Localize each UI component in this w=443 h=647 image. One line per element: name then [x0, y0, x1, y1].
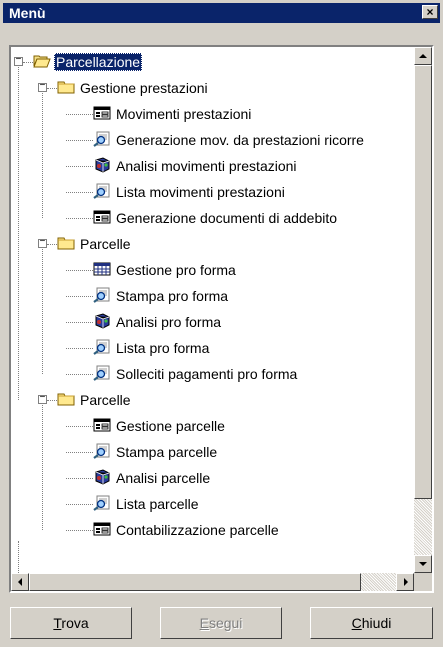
tree-connector: [47, 244, 57, 245]
tree-item-label: Lista pro forma: [114, 337, 211, 359]
tree-item-label: Gestione parcelle: [114, 415, 227, 437]
tree-item-label: Parcelle: [78, 389, 133, 411]
magnifier-icon: [93, 495, 111, 511]
scrollbar-corner: [414, 573, 432, 591]
tree-connector: [66, 114, 93, 115]
vertical-scrollbar[interactable]: [414, 47, 432, 573]
tree-connector: [66, 218, 93, 219]
tree-item-label: Solleciti pagamenti pro forma: [114, 363, 299, 385]
magnifier-icon: [93, 339, 111, 355]
tree-connector: [18, 67, 19, 400]
form-icon: [93, 521, 111, 537]
tree-item-label: Generazione documenti di addebito: [114, 207, 339, 229]
tree-connector: [23, 62, 33, 63]
tree-connector: [47, 88, 57, 89]
arrow-down-icon: [419, 562, 427, 566]
tree-connector: [66, 140, 93, 141]
title-bar[interactable]: Menù ×: [3, 3, 440, 23]
tree-connector: [66, 270, 93, 271]
magnifier-icon: [93, 131, 111, 147]
tree-connector: [66, 530, 93, 531]
menu-tree: − Parcellazione − Gestione prestazioni Movim…: [9, 45, 434, 593]
find-button[interactable]: Trova: [10, 607, 132, 639]
tree-connector: [47, 400, 57, 401]
close-mnemonic: C: [352, 615, 362, 631]
tree-item-label: Generazione mov. da prestazioni ricorre: [114, 129, 366, 151]
folder-icon: [57, 235, 75, 251]
collapse-toggle[interactable]: −: [14, 57, 23, 66]
tree-connector: [66, 166, 93, 167]
tree-connector: [66, 296, 93, 297]
tree-item-label: Analisi parcelle: [114, 467, 212, 489]
form-icon: [93, 417, 111, 433]
arrow-left-icon: [18, 578, 22, 586]
run-mnemonic: E: [200, 615, 209, 631]
tree-item-label: Contabilizzazione parcelle: [114, 519, 281, 541]
magnifier-icon: [93, 183, 111, 199]
folder-icon: [57, 79, 75, 95]
tree-connector: [18, 541, 19, 573]
magnifier-icon: [93, 287, 111, 303]
analysis-icon: [93, 469, 111, 485]
magnifier-icon: [93, 365, 111, 381]
close-button[interactable]: Chiudi: [310, 607, 433, 639]
arrow-right-icon: [404, 578, 408, 586]
horizontal-scroll-thumb[interactable]: [29, 573, 361, 591]
tree-item-label: Movimenti prestazioni: [114, 103, 253, 125]
menu-window: Menù × − Parcellazione − Gestione prestazio…: [0, 0, 443, 647]
tree-connector: [42, 405, 43, 530]
grid-icon: [93, 261, 111, 277]
tree-item-label: Lista movimenti prestazioni: [114, 181, 287, 203]
tree-connector: [66, 348, 93, 349]
tree-item-label: Parcelle: [78, 233, 133, 255]
tree-item-label: Gestione pro forma: [114, 259, 238, 281]
tree-connector: [42, 93, 43, 218]
scroll-down-button[interactable]: [414, 555, 432, 573]
tree-item-label: Analisi pro forma: [114, 311, 223, 333]
close-window-button[interactable]: ×: [422, 5, 438, 19]
collapse-toggle[interactable]: −: [38, 239, 47, 248]
analysis-icon: [93, 313, 111, 329]
tree-connector: [66, 426, 93, 427]
form-icon: [93, 105, 111, 121]
tree-connector: [66, 452, 93, 453]
run-button[interactable]: Esegui: [160, 607, 282, 639]
tree-connector: [66, 478, 93, 479]
scroll-up-button[interactable]: [414, 47, 432, 65]
tree-item-label: Gestione prestazioni: [78, 77, 210, 99]
folder-icon: [57, 391, 75, 407]
run-label: segui: [209, 615, 242, 631]
horizontal-scrollbar[interactable]: [11, 573, 414, 591]
find-label: rova: [61, 615, 88, 631]
tree-connector: [66, 322, 93, 323]
analysis-icon: [93, 157, 111, 173]
scroll-left-button[interactable]: [11, 573, 29, 591]
tree-item-label: Parcellazione: [54, 53, 142, 71]
magnifier-icon: [93, 443, 111, 459]
close-label: hiudi: [362, 615, 392, 631]
tree-connector: [66, 374, 93, 375]
form-icon: [93, 209, 111, 225]
window-title: Menù: [9, 5, 46, 21]
arrow-up-icon: [419, 54, 427, 58]
tree-item-label: Analisi movimenti prestazioni: [114, 155, 299, 177]
vertical-scroll-thumb[interactable]: [414, 65, 432, 499]
tree-connector: [66, 504, 93, 505]
tree-connector: [66, 192, 93, 193]
tree-item-label: Stampa parcelle: [114, 441, 219, 463]
tree-view[interactable]: − Parcellazione − Gestione prestazioni Movim…: [11, 47, 414, 573]
collapse-toggle[interactable]: −: [38, 83, 47, 92]
collapse-toggle[interactable]: −: [38, 395, 47, 404]
open-folder-icon: [33, 53, 51, 69]
tree-connector: [42, 249, 43, 374]
tree-item-label: Lista parcelle: [114, 493, 201, 515]
scroll-right-button[interactable]: [396, 573, 414, 591]
tree-item-label: Stampa pro forma: [114, 285, 230, 307]
